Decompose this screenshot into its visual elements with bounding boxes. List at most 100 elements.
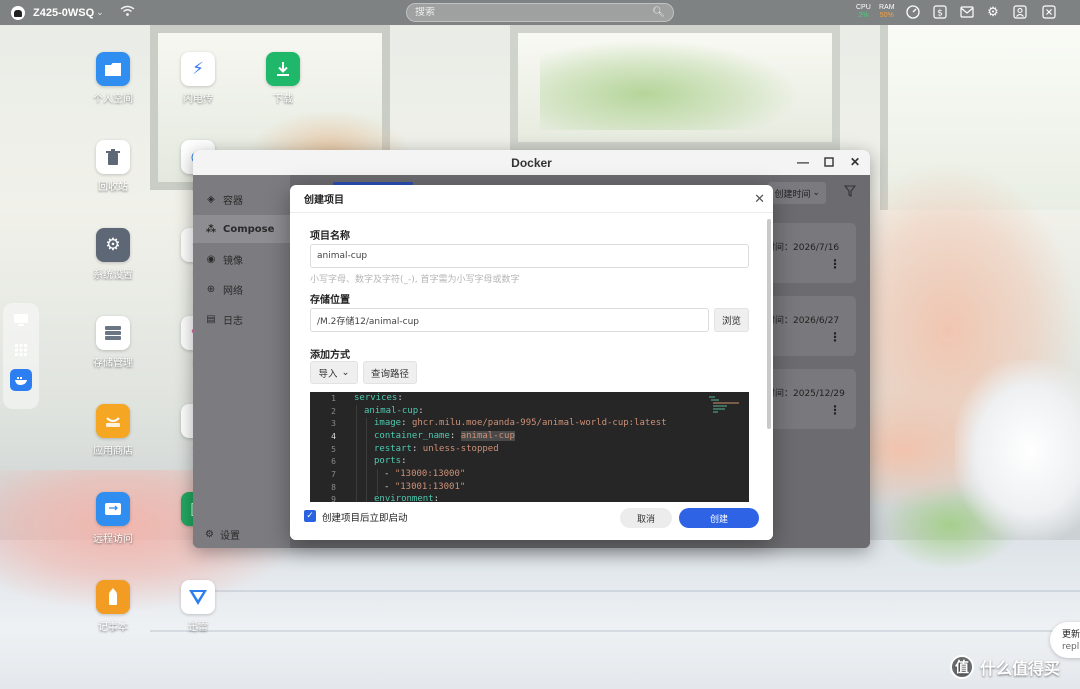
chevron-down-icon: ⌄ [812,188,820,198]
gear-icon[interactable]: ⚙ [985,4,1001,20]
compose-icon: ⁂ [205,223,217,235]
network-icon: ⊕ [206,283,216,295]
search-bar[interactable]: 🔍︎ [406,3,674,22]
dollar-icon[interactable]: $ [932,4,948,20]
more-icon[interactable]: ⋮ [829,330,841,344]
wallpaper-plants [880,480,1020,570]
line-number: 4 [331,432,336,441]
dialog-footer: ✓ 创建项目后立即启动 取消 创建 [290,502,773,540]
code-sep: : [418,406,424,416]
import-dropdown[interactable]: 导入 ⌄ [310,361,358,384]
search-input[interactable] [415,7,653,18]
desktop-icon-notepad[interactable]: 记事本 [78,580,148,633]
flash-transfer-icon: ⚡ [181,52,215,86]
desktop-icon-remote-access[interactable]: 远程访问 [78,492,148,545]
project-name-hint: 小写字母、数字及字符(_-), 首字需为小写字母或数字 [310,275,520,285]
filter-icon[interactable] [843,185,857,200]
desktop-icon-label: 迅雷 [188,622,208,633]
code-value: animal-cup [460,431,515,441]
desktop-icon-personal-space[interactable]: 个人空间 [78,52,148,105]
desktop-icon-storage[interactable]: 存储管理 [78,316,148,369]
close-icon[interactable] [1041,4,1057,20]
line-number: 6 [331,457,336,466]
code-line: services: [354,393,403,403]
code-key: ports [374,456,402,466]
more-icon[interactable]: ⋮ [829,257,841,271]
code-line: animal-cup: [364,406,424,416]
code-sep: : [433,494,440,502]
nav-item-logs[interactable]: ▤ 日志 [193,305,290,333]
system-logo-icon[interactable] [11,5,25,20]
dialog-scrollbar[interactable] [767,219,771,429]
ram-meter[interactable]: RAM 50% [879,4,895,20]
card-time: 时间：2026/7/16 [766,243,840,253]
close-icon[interactable]: ✕ [754,192,765,207]
wallpaper-figure [860,160,1080,500]
minimap-line [713,405,727,407]
user-icon[interactable] [1012,4,1028,20]
minimap-line [713,402,739,404]
grid-icon[interactable] [10,339,32,361]
create-button[interactable]: 创建 [679,508,759,528]
storage-location-label: 存储位置 [310,295,350,306]
close-icon[interactable]: ✕ [848,155,862,169]
project-card[interactable]: 时间：2026/7/16 ⋮ [766,223,856,283]
code-value: unless-stopped [422,444,499,454]
nav-item-network[interactable]: ⊕ 网络 [193,275,290,303]
desktop-icon-download[interactable]: 下载 [248,52,318,105]
cancel-button[interactable]: 取消 [620,508,672,528]
sort-dropdown[interactable]: 创建时间 ⌄ [768,182,826,204]
desktop-icon-app-store[interactable]: 应用商店 [78,404,148,457]
desktop-icon-thunder[interactable]: 迅雷 [163,580,233,633]
watermark-badge: 值 [950,655,974,679]
mail-icon[interactable] [959,4,975,20]
line-number: 2 [331,407,336,416]
container-icon: ◈ [207,193,215,205]
ram-label: RAM [879,4,895,11]
chevron-down-icon[interactable]: ⌄ [96,8,104,18]
desktop-icon-label: 个人空间 [93,94,133,105]
project-name-input[interactable] [310,244,749,268]
minimize-icon[interactable]: — [796,155,810,169]
search-icon[interactable]: 🔍︎ [652,7,665,18]
maximize-icon[interactable] [822,155,836,169]
desktop-icon-recycle-bin[interactable]: 回收站 [78,140,148,193]
project-card[interactable]: 时间：2026/6/27 ⋮ [766,296,856,356]
monitor-icon[interactable] [10,309,32,331]
desktop-icon-system-settings[interactable]: ⚙ 系统设置 [78,228,148,281]
sort-label: 创建时间 [774,189,811,200]
compose-code-editor[interactable]: 1 2 3 4 5 6 7 8 9 services: animal-cup: … [310,392,749,502]
window-title-bar[interactable]: Docker — ✕ [193,150,870,175]
minimap-line [713,411,718,413]
code-sep: : [411,444,423,454]
storage-path-input[interactable] [310,308,709,332]
query-path-button[interactable]: 查询路径 [363,361,417,384]
line-number: 3 [331,419,336,428]
project-card[interactable]: 时间：2025/12/29 ⋮ [766,369,856,429]
nav-label: 日志 [223,315,243,327]
speedometer-icon[interactable] [905,4,921,20]
browse-button[interactable]: 浏览 [714,308,749,332]
nav-item-settings[interactable]: ⚙ 设置 [193,527,240,542]
cpu-meter[interactable]: CPU 2% [856,4,871,20]
line-number: 7 [331,470,336,479]
update-notification[interactable]: 更新 repl [1050,622,1080,658]
more-icon[interactable]: ⋮ [829,403,841,417]
autostart-checkbox[interactable]: ✓ [304,510,316,522]
notepad-icon [96,580,130,614]
line-number: 8 [331,483,336,492]
wifi-icon[interactable] [120,5,135,21]
notification-title: 更新 [1062,630,1080,640]
docker-icon[interactable] [10,369,32,391]
code-key: image [374,418,402,428]
wallpaper-bed-line [150,630,1080,632]
hostname[interactable]: Z425-0WSQ [33,7,94,19]
minimap-line [713,408,725,410]
code-value: "13001:13001" [394,482,466,492]
nav-item-containers[interactable]: ◈ 容器 [193,185,290,213]
nav-item-images[interactable]: ◉ 镜像 [193,245,290,273]
nav-item-compose[interactable]: ⁂ Compose [193,215,290,243]
code-line: environment: [374,494,439,502]
desktop-icon-flash-transfer[interactable]: ⚡ 闪电传 [163,52,233,105]
code-minimap[interactable] [709,396,739,414]
